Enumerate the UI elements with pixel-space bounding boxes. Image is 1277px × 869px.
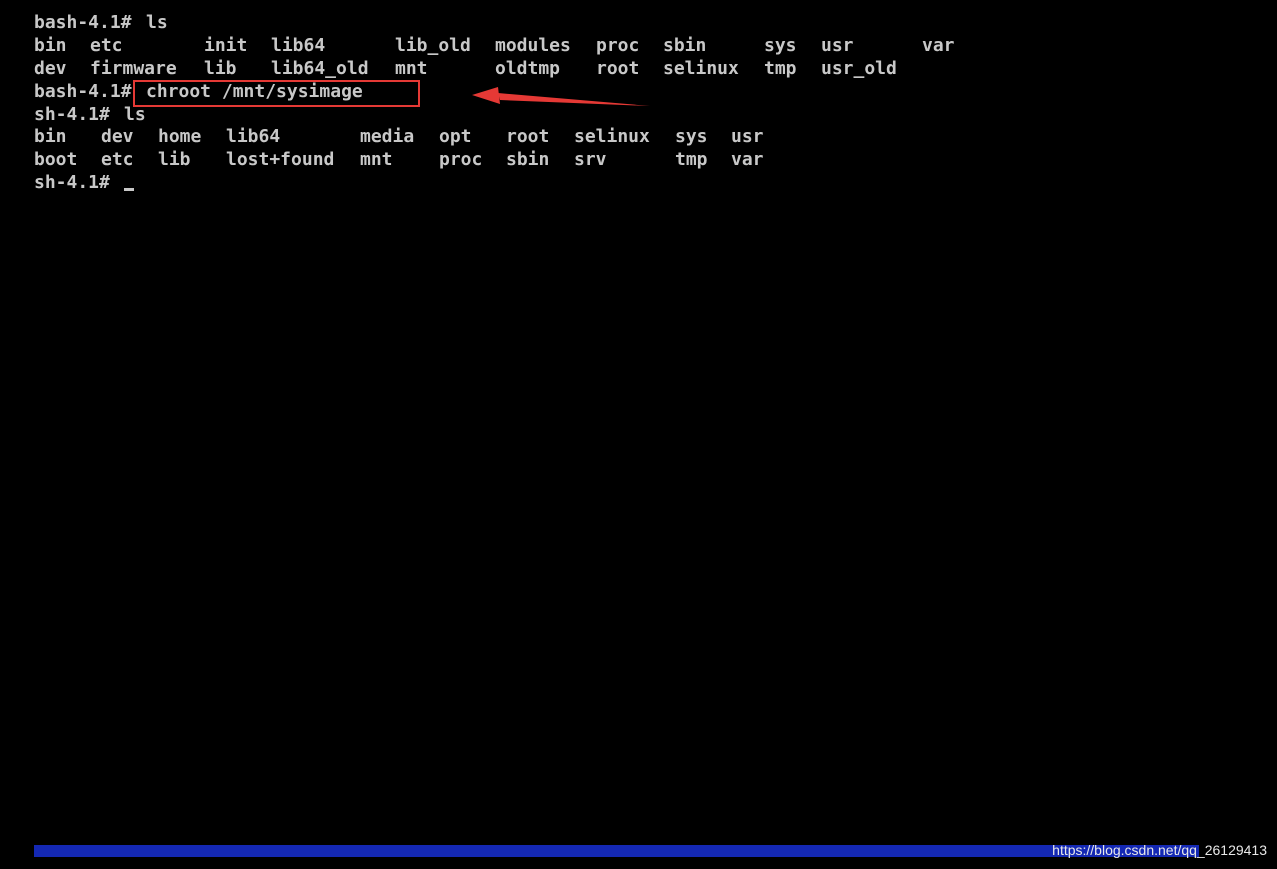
dir-entry: lib64 [226,126,281,147]
dir-entry: init [204,35,248,56]
terminal-line-output: boot etc lib lost+found mnt proc sbin sr… [34,149,764,171]
watermark-url: https://blog.csdn.net/qq_26129413 [1052,842,1267,858]
dir-entry: proc [439,149,483,170]
dir-entry: tmp [764,58,797,79]
terminal-line-prompt: sh-4.1# ls [34,104,146,126]
dir-entry: media [360,126,415,147]
terminal-cursor [124,172,134,194]
dir-entry: usr_old [821,58,897,79]
dir-entry: bin [34,126,67,147]
terminal-line-prompt: bash-4.1# chroot /mnt/sysimage [34,81,363,103]
command-text: ls [146,12,168,33]
dir-entry: modules [495,35,571,56]
dir-entry: root [596,58,640,79]
dir-entry: tmp [675,149,708,170]
dir-entry: dev [34,58,67,79]
command-text: ls [124,104,146,125]
dir-entry: boot [34,149,78,170]
dir-entry: lib64_old [271,58,369,79]
prompt: sh-4.1# [34,172,121,193]
dir-entry: home [158,126,202,147]
dir-entry: sbin [663,35,707,56]
dir-entry: usr [731,126,764,147]
status-bar [34,845,1199,857]
terminal-line-current-prompt[interactable]: sh-4.1# [34,172,134,194]
dir-entry: dev [101,126,134,147]
terminal-screen[interactable]: bash-4.1# ls bin etc init lib64 lib_old … [34,12,1254,832]
dir-entry: sys [764,35,797,56]
terminal-line-prompt: bash-4.1# ls [34,12,168,34]
prompt: sh-4.1# [34,104,121,125]
dir-entry: bin [34,35,67,56]
dir-entry: etc [101,149,134,170]
dir-entry: srv [574,149,607,170]
dir-entry: opt [439,126,472,147]
dir-entry: etc [90,35,123,56]
dir-entry: sys [675,126,708,147]
terminal-line-output: bin etc init lib64 lib_old modules proc … [34,35,955,57]
dir-entry: mnt [360,149,393,170]
dir-entry: lib64 [271,35,326,56]
dir-entry: sbin [506,149,550,170]
terminal-line-output: dev firmware lib lib64_old mnt oldtmp ro… [34,58,897,80]
dir-entry: usr [821,35,854,56]
terminal-line-output: bin dev home lib64 media opt root selinu… [34,126,764,148]
dir-entry: lib [158,149,191,170]
prompt: bash-4.1# [34,12,143,33]
dir-entry: lib_old [395,35,471,56]
dir-entry: var [731,149,764,170]
dir-entry: firmware [90,58,177,79]
dir-entry: lost+found [226,149,335,170]
dir-entry: lib [204,58,237,79]
dir-entry: selinux [663,58,739,79]
annotation-arrow-icon [472,87,650,106]
dir-entry: var [922,35,955,56]
dir-entry: mnt [395,58,428,79]
dir-entry: root [506,126,550,147]
dir-entry: proc [596,35,640,56]
prompt: bash-4.1# [34,81,143,102]
dir-entry: selinux [574,126,650,147]
annotation-highlight-box [133,80,420,107]
dir-entry: oldtmp [495,58,561,79]
